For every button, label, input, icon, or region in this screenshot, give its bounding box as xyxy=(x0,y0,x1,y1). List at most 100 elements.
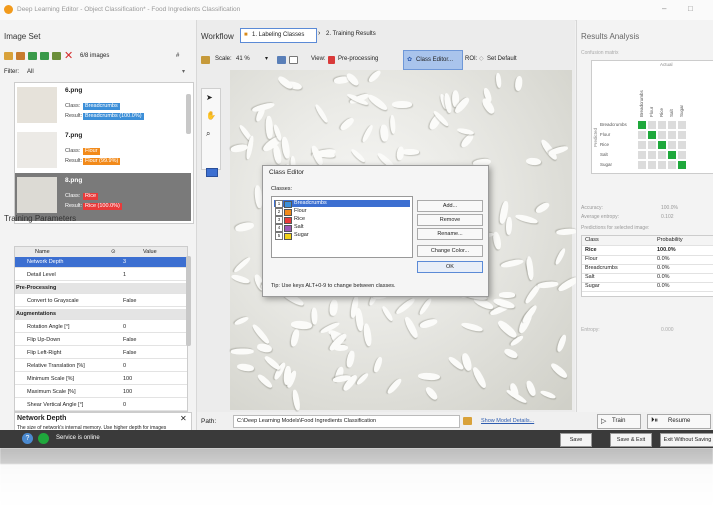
param-value[interactable]: 0 xyxy=(123,400,126,410)
close-help-icon[interactable]: ✕ xyxy=(180,414,187,423)
remove-class-button[interactable]: Remove xyxy=(417,214,483,226)
param-value[interactable]: False xyxy=(123,348,136,358)
preprocessing-toggle[interactable]: Pre-processing xyxy=(338,56,378,62)
class-list-item[interactable]: 2 Flour xyxy=(274,208,410,216)
delete-icon[interactable]: ✕ xyxy=(64,49,73,62)
cm-cell[interactable] xyxy=(648,161,656,169)
path-field[interactable]: C:\Deep Learning Models\Food Ingredients… xyxy=(233,415,460,428)
param-value[interactable]: 0 xyxy=(123,322,126,332)
cm-cell[interactable] xyxy=(658,121,666,129)
param-row[interactable]: Detail Level 1 xyxy=(15,270,187,281)
workflow-step-labeling[interactable]: ■ 1. Labeling Classes xyxy=(240,28,317,43)
param-name: Augmentations xyxy=(16,311,57,317)
cm-cell[interactable] xyxy=(638,161,646,169)
set-default-button[interactable]: Set Default xyxy=(487,56,517,62)
param-row[interactable]: Flip Up-Down False xyxy=(15,335,187,346)
class-tag[interactable]: Breadcrumbs xyxy=(83,103,120,110)
class-list-item[interactable]: 3 Rice xyxy=(274,216,410,224)
roi-tool-icon[interactable] xyxy=(206,168,218,177)
class-list-item[interactable]: 1 Breadcrumbs xyxy=(274,200,410,208)
param-value[interactable]: 1 xyxy=(123,270,126,280)
cm-cell[interactable] xyxy=(658,131,666,139)
param-value[interactable]: 100 xyxy=(123,387,132,397)
cm-cell[interactable] xyxy=(678,131,686,139)
rename-class-button[interactable]: Rename... xyxy=(417,228,483,240)
param-row[interactable]: Maximum Scale [%] 100 xyxy=(15,387,187,398)
cm-cell[interactable] xyxy=(648,151,656,159)
param-value[interactable]: False xyxy=(123,335,136,345)
params-scrollbar[interactable] xyxy=(186,256,191,346)
param-row[interactable]: Convert to Grayscale False xyxy=(15,296,187,307)
sort-icon[interactable]: ⊙ xyxy=(111,247,116,257)
add-images-icon[interactable] xyxy=(16,52,25,60)
param-row[interactable]: Relative Translation [%] 0 xyxy=(15,361,187,372)
zoom-window-icon[interactable] xyxy=(289,56,298,64)
param-value[interactable]: False xyxy=(123,296,136,306)
resume-button[interactable]: ⏵⏸ Resume xyxy=(647,414,711,429)
pointer-tool-icon[interactable]: ➤ xyxy=(206,93,213,102)
cm-cell[interactable] xyxy=(658,161,666,169)
class-tag[interactable]: Flour xyxy=(83,148,100,155)
cm-cell[interactable] xyxy=(668,161,676,169)
zoom-fit-icon[interactable] xyxy=(277,56,286,64)
param-row[interactable]: Network Depth 3 xyxy=(15,257,187,268)
cm-cell[interactable] xyxy=(638,131,646,139)
cm-cell[interactable] xyxy=(658,141,666,149)
image-item-7[interactable]: 7.png Class: Flour Result: Flour (99.9%) xyxy=(15,128,191,173)
class-tag[interactable]: Rice xyxy=(83,193,99,200)
open-folder-icon[interactable] xyxy=(4,52,13,60)
cm-cell[interactable] xyxy=(638,151,646,159)
filter-select[interactable]: All xyxy=(27,69,34,75)
save-exit-button[interactable]: Save & Exit xyxy=(610,433,652,447)
minimize-button[interactable]: – xyxy=(662,4,666,13)
image-item-6[interactable]: 6.png Class: Breadcrumbs Result: Breadcr… xyxy=(15,83,191,128)
param-row[interactable]: Rotation Angle [°] 0 xyxy=(15,322,187,333)
save-image-icon[interactable] xyxy=(201,56,210,64)
train-button[interactable]: ▷ Train xyxy=(597,414,641,429)
help-icon[interactable]: ? xyxy=(22,433,33,444)
image-list-scrollbar[interactable] xyxy=(186,94,191,134)
cm-cell[interactable] xyxy=(638,141,646,149)
exit-without-saving-button[interactable]: Exit Without Saving xyxy=(660,433,713,447)
cm-cell[interactable] xyxy=(668,121,676,129)
refresh-icon[interactable] xyxy=(40,52,49,60)
scale-select[interactable]: 41 % xyxy=(236,56,250,62)
class-list-item[interactable]: 5 Sugar xyxy=(274,232,410,240)
cm-cell[interactable] xyxy=(648,131,656,139)
cm-cell[interactable] xyxy=(668,151,676,159)
param-row[interactable]: Flip Left-Right False xyxy=(15,348,187,359)
model-details-link[interactable]: Show Model Details... xyxy=(481,418,534,424)
cm-cell[interactable] xyxy=(658,151,666,159)
browse-folder-icon[interactable] xyxy=(463,417,472,425)
save-button[interactable]: Save xyxy=(560,433,592,447)
ok-button[interactable]: OK xyxy=(417,261,483,273)
change-color-button[interactable]: Change Color... xyxy=(417,245,483,257)
cm-cell[interactable] xyxy=(678,121,686,129)
cm-cell[interactable] xyxy=(648,121,656,129)
cm-cell[interactable] xyxy=(668,131,676,139)
cm-cell[interactable] xyxy=(678,151,686,159)
cm-cell[interactable] xyxy=(668,141,676,149)
class-editor-button[interactable]: ✿ Class Editor... xyxy=(403,50,463,70)
param-row[interactable]: Shear Vertical Angle [°] 0 xyxy=(15,400,187,411)
cm-cell[interactable] xyxy=(648,141,656,149)
zoom-tool-icon[interactable]: ⌕ xyxy=(206,129,210,139)
param-value[interactable]: 0 xyxy=(123,361,126,371)
class-col-header: Class xyxy=(585,237,599,243)
class-list-item[interactable]: 4 Salt xyxy=(274,224,410,232)
filter-dropdown-icon[interactable]: ▾ xyxy=(182,68,185,75)
scale-dropdown-icon[interactable]: ▾ xyxy=(265,55,268,62)
add-image-icon[interactable] xyxy=(28,52,37,60)
cm-cell[interactable] xyxy=(678,161,686,169)
workflow-step-training[interactable]: 2. Training Results xyxy=(326,31,376,37)
tag-icon[interactable] xyxy=(52,52,61,60)
cm-cell[interactable] xyxy=(638,121,646,129)
sort-button[interactable]: # xyxy=(176,53,179,59)
param-value[interactable]: 3 xyxy=(123,257,126,267)
maximize-button[interactable]: □ xyxy=(688,4,693,13)
param-row[interactable]: Minimum Scale [%] 100 xyxy=(15,374,187,385)
pan-tool-icon[interactable]: ✋ xyxy=(206,111,216,120)
param-value[interactable]: 100 xyxy=(123,374,132,384)
add-class-button[interactable]: Add... xyxy=(417,200,483,212)
cm-cell[interactable] xyxy=(678,141,686,149)
